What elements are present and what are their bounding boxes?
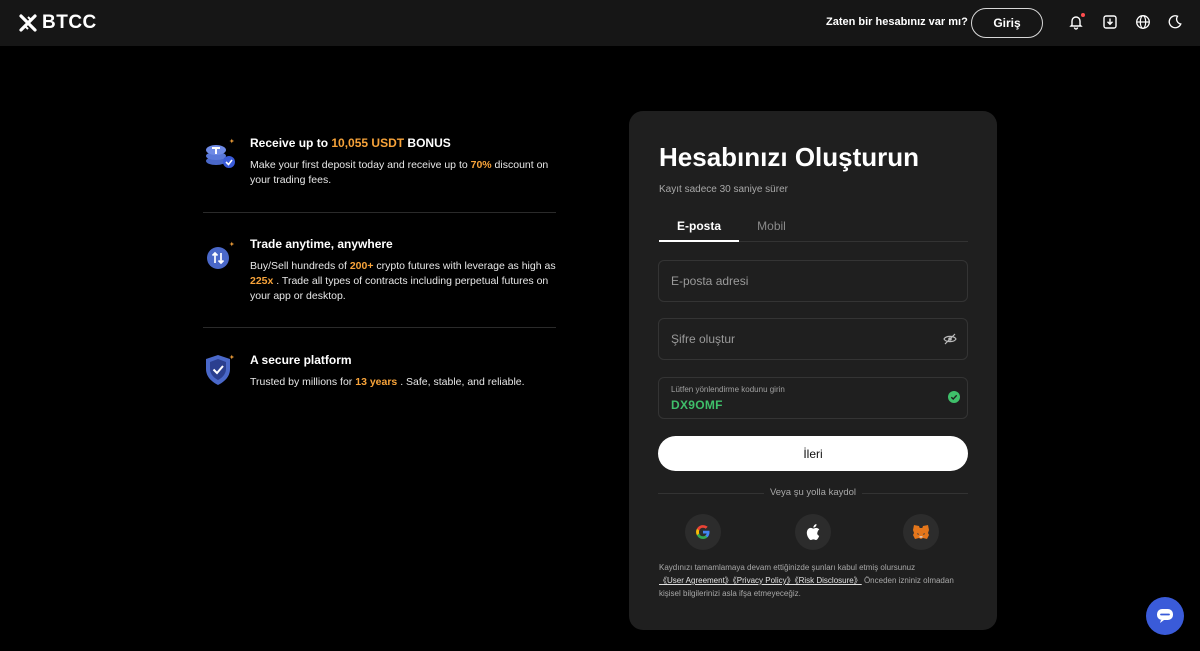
password-input[interactable] (671, 319, 931, 359)
feature-trade-anywhere: Trade anytime, anywhere Buy/Sell hundred… (203, 237, 556, 309)
feature-description: Make your first deposit today and receiv… (250, 159, 549, 186)
next-button[interactable]: İleri (658, 436, 968, 471)
page-title: Hesabınızı Oluşturun (659, 142, 920, 172)
referral-label: Lütfen yönlendirme kodunu girin (671, 385, 785, 394)
referral-field[interactable]: Lütfen yönlendirme kodunu girin DX9OMF (658, 377, 968, 419)
google-signup-button[interactable] (685, 514, 721, 550)
usdt-coin-icon (206, 138, 235, 168)
feature-secure: A secure platform Trusted by millions fo… (203, 353, 556, 393)
tab-email[interactable]: E-posta (659, 219, 739, 233)
support-chat-button[interactable] (1146, 597, 1184, 635)
globe-icon[interactable] (1134, 13, 1152, 31)
logo-text: BTCC (42, 12, 97, 33)
feature-bonus: Receive up to 10,055 USDT BONUS Make you… (203, 136, 556, 196)
shield-check-icon (206, 354, 235, 385)
feature-description: Trusted by millions for 13 years . Safe,… (250, 376, 525, 388)
or-divider: Veya şu yolla kaydol (658, 487, 968, 499)
feature-title: A secure platform (250, 353, 352, 367)
google-icon (696, 525, 710, 539)
feature-description: Buy/Sell hundreds of 200+ crypto futures… (250, 260, 556, 302)
btcc-logo-icon (19, 14, 37, 32)
notification-dot (1081, 13, 1085, 17)
referral-code[interactable]: DX9OMF (671, 398, 723, 412)
top-header: BTCC Zaten bir hesabınız var mı? Giriş (0, 0, 1200, 46)
eye-off-icon[interactable] (943, 332, 957, 346)
btcc-logo[interactable]: BTCC (18, 12, 97, 34)
or-text: Veya şu yolla kaydol (658, 487, 968, 498)
legal-links[interactable]: 《User Agreement》《Privacy Policy》《Risk Di… (659, 576, 862, 585)
signup-card: Hesabınızı Oluşturun Kayıt sadece 30 san… (629, 111, 997, 630)
apple-icon (806, 524, 820, 540)
divider (203, 212, 556, 213)
terms-text: Kaydınızı tamamlamaya devam ettiğinizde … (659, 563, 954, 598)
feature-title: Receive up to 10,055 USDT BONUS (250, 136, 451, 150)
apple-signup-button[interactable] (795, 514, 831, 550)
trade-arrows-icon (207, 241, 235, 269)
metamask-signup-button[interactable] (903, 514, 939, 550)
metamask-icon (913, 525, 929, 539)
tab-mobile[interactable]: Mobil (739, 219, 804, 233)
password-field (658, 318, 968, 360)
email-input[interactable] (671, 261, 931, 301)
check-circle-icon (948, 391, 960, 403)
divider (203, 327, 556, 328)
feature-title: Trade anytime, anywhere (250, 237, 393, 251)
email-field (658, 260, 968, 302)
have-account-text: Zaten bir hesabınız var mı? (826, 16, 968, 28)
moon-icon[interactable] (1166, 13, 1184, 31)
login-button[interactable]: Giriş (971, 8, 1043, 38)
download-icon[interactable] (1101, 13, 1119, 31)
active-tab-indicator (659, 240, 739, 242)
page-subtitle: Kayıt sadece 30 saniye sürer (659, 184, 788, 195)
bell-icon[interactable] (1067, 13, 1085, 31)
chat-bubble-icon (1157, 609, 1173, 623)
